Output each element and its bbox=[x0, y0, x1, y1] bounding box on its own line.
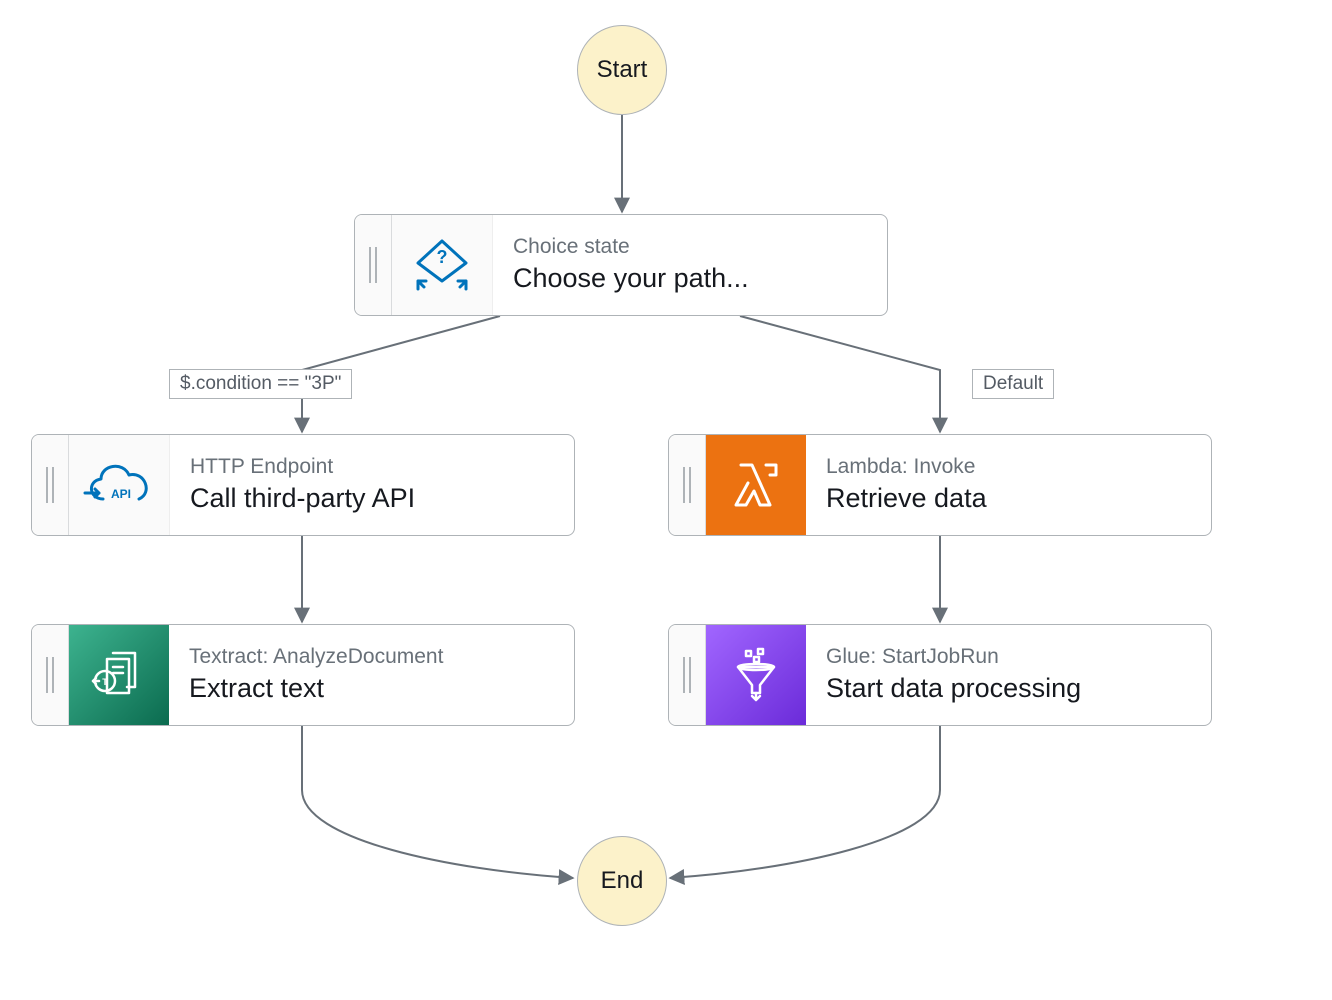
drag-handle-icon bbox=[32, 435, 69, 535]
choice-icon: ? bbox=[392, 215, 493, 315]
node-name-label: Start data processing bbox=[826, 671, 1191, 706]
node-type-label: Glue: StartJobRun bbox=[826, 642, 1191, 671]
svg-text:API: API bbox=[111, 487, 131, 501]
drag-handle-icon bbox=[355, 215, 392, 315]
drag-handle-icon bbox=[669, 625, 706, 725]
api-cloud-icon: API bbox=[69, 435, 170, 535]
start-terminal[interactable]: Start bbox=[577, 25, 667, 115]
svg-text:?: ? bbox=[437, 247, 448, 267]
end-terminal[interactable]: End bbox=[577, 836, 667, 926]
node-type-label: Lambda: Invoke bbox=[826, 452, 1191, 481]
node-lambda-invoke[interactable]: Lambda: Invoke Retrieve data bbox=[668, 434, 1212, 536]
node-choice[interactable]: ? Choice state Choose your path... bbox=[354, 214, 888, 316]
end-label: End bbox=[601, 867, 644, 895]
node-textract[interactable]: T Textract: AnalyzeDocument Extract text bbox=[31, 624, 575, 726]
workflow-canvas: Start ? Choice state Choose your path...… bbox=[0, 0, 1332, 1000]
node-http-endpoint[interactable]: API HTTP Endpoint Call third-party API bbox=[31, 434, 575, 536]
drag-handle-icon bbox=[669, 435, 706, 535]
node-glue[interactable]: Glue: StartJobRun Start data processing bbox=[668, 624, 1212, 726]
node-type-label: Choice state bbox=[513, 232, 867, 261]
node-type-label: HTTP Endpoint bbox=[190, 452, 554, 481]
edge-label-default: Default bbox=[972, 369, 1054, 399]
node-name-label: Retrieve data bbox=[826, 481, 1191, 516]
node-name-label: Choose your path... bbox=[513, 261, 867, 296]
start-label: Start bbox=[597, 56, 648, 84]
glue-funnel-icon bbox=[706, 625, 806, 725]
lambda-icon bbox=[706, 435, 806, 535]
edge-label-condition: $.condition == "3P" bbox=[169, 369, 352, 399]
drag-handle-icon bbox=[32, 625, 69, 725]
node-type-label: Textract: AnalyzeDocument bbox=[189, 642, 554, 671]
node-name-label: Call third-party API bbox=[190, 481, 554, 516]
textract-icon: T bbox=[69, 625, 169, 725]
node-name-label: Extract text bbox=[189, 671, 554, 706]
svg-text:T: T bbox=[102, 677, 108, 687]
